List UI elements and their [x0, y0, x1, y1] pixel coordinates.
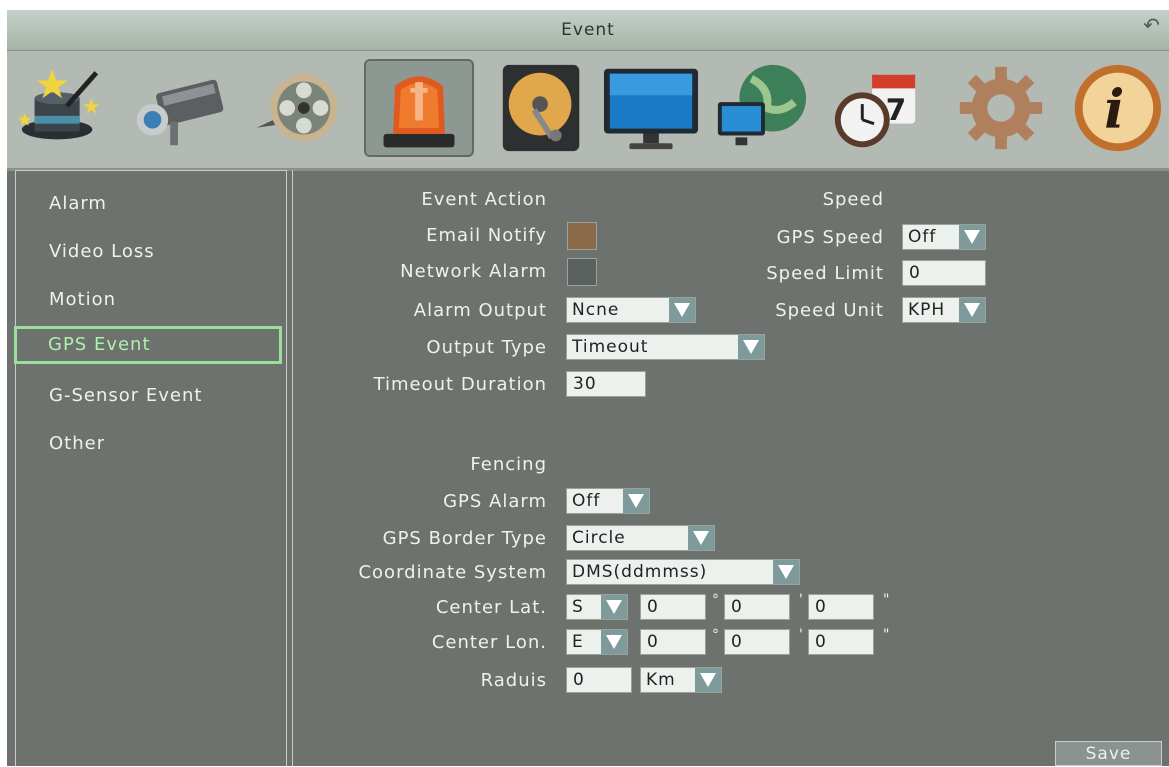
gps-speed-label: GPS Speed: [776, 227, 884, 248]
output-type-value: Timeout: [572, 337, 649, 357]
gps-border-type-label: GPS Border Type: [382, 528, 547, 549]
timeout-duration-label: Timeout Duration: [373, 374, 547, 395]
center-lat-minutes-input[interactable]: 0: [724, 594, 790, 620]
window-title: Event: [561, 20, 615, 40]
chevron-down-icon: [773, 560, 799, 584]
magic-wand-hat-icon[interactable]: [13, 59, 111, 157]
second-symbol: ": [883, 627, 890, 643]
title-bar: Event ↶: [7, 10, 1169, 51]
center-lon-hemisphere-value: E: [572, 632, 584, 652]
gps-alarm-dropdown[interactable]: Off: [566, 488, 650, 514]
info-icon[interactable]: i: [1065, 59, 1163, 157]
second-symbol: ": [883, 592, 890, 608]
sidebar-item-alarm[interactable]: Alarm: [16, 185, 284, 223]
sidebar-item-other[interactable]: Other: [16, 425, 284, 463]
sidebar-item-video-loss[interactable]: Video Loss: [16, 233, 284, 271]
speed-unit-label: Speed Unit: [775, 300, 884, 321]
chevron-down-icon: [623, 489, 649, 513]
chevron-down-icon: [959, 298, 985, 322]
event-action-heading: Event Action: [421, 189, 547, 210]
camera-icon[interactable]: [129, 59, 227, 157]
gps-border-type-value: Circle: [572, 528, 626, 548]
gps-speed-dropdown[interactable]: Off: [902, 224, 986, 250]
monitor-icon[interactable]: [599, 59, 703, 157]
center-lat-seconds-input[interactable]: 0: [808, 594, 874, 620]
alarm-output-dropdown[interactable]: Ncne: [566, 297, 696, 323]
gps-border-type-dropdown[interactable]: Circle: [566, 525, 715, 551]
alarm-output-value: Ncne: [572, 300, 620, 320]
gps-alarm-value: Off: [572, 491, 601, 511]
network-globe-icon[interactable]: [712, 59, 810, 157]
chevron-down-icon: [601, 630, 627, 654]
panel-divider: [292, 170, 293, 766]
coordinate-system-value: DMS(ddmmss): [572, 562, 708, 582]
speed-limit-label: Speed Limit: [766, 263, 884, 284]
chevron-down-icon: [959, 225, 985, 249]
coordinate-system-label: Coordinate System: [358, 562, 547, 583]
output-type-dropdown[interactable]: Timeout: [566, 334, 765, 360]
network-alarm-label: Network Alarm: [400, 261, 547, 282]
chevron-down-icon: [738, 335, 764, 359]
radius-input[interactable]: 0: [566, 667, 632, 693]
speed-unit-dropdown[interactable]: KPH: [902, 297, 986, 323]
film-reel-icon[interactable]: [247, 59, 345, 157]
center-lat-hemisphere-dropdown[interactable]: S: [566, 594, 628, 620]
sidebar-item-gps-event[interactable]: GPS Event: [14, 326, 282, 364]
chevron-down-icon: [688, 526, 714, 550]
save-button[interactable]: Save: [1055, 741, 1162, 766]
center-lon-hemisphere-dropdown[interactable]: E: [566, 629, 628, 655]
chevron-down-icon: [695, 668, 721, 692]
fencing-heading: Fencing: [470, 454, 547, 475]
timeout-duration-input[interactable]: 30: [566, 371, 646, 397]
hard-drive-icon[interactable]: [495, 59, 593, 157]
sidebar-item-motion[interactable]: Motion: [16, 281, 284, 319]
gear-icon[interactable]: [952, 59, 1050, 157]
back-arrow-icon[interactable]: ↶: [1141, 12, 1163, 38]
radius-unit-dropdown[interactable]: Km: [640, 667, 722, 693]
chevron-down-icon: [669, 298, 695, 322]
email-notify-label: Email Notify: [426, 225, 547, 246]
schedule-clock-calendar-icon[interactable]: 7: [827, 59, 925, 157]
radius-label: Raduis: [480, 670, 547, 691]
speed-heading: Speed: [822, 189, 884, 210]
gps-speed-value: Off: [908, 227, 937, 247]
alarm-output-label: Alarm Output: [413, 300, 547, 321]
center-lon-minutes-input[interactable]: 0: [724, 629, 790, 655]
degree-symbol: °: [712, 592, 719, 608]
network-alarm-checkbox[interactable]: [567, 258, 597, 286]
event-sidebar: Alarm Video Loss Motion GPS Event G-Sens…: [14, 170, 287, 766]
minute-symbol: ': [799, 627, 803, 643]
coordinate-system-dropdown[interactable]: DMS(ddmmss): [566, 559, 800, 585]
radius-unit-value: Km: [646, 670, 676, 690]
main-toolbar: 7 i: [7, 51, 1169, 171]
email-notify-checkbox[interactable]: [567, 222, 597, 250]
chevron-down-icon: [601, 595, 627, 619]
gps-alarm-label: GPS Alarm: [443, 491, 547, 512]
center-lon-degrees-input[interactable]: 0: [640, 629, 706, 655]
event-window: Event ↶ 7 i Alarm Video Loss Motion GPS …: [7, 10, 1169, 766]
minute-symbol: ': [799, 592, 803, 608]
center-lat-label: Center Lat.: [435, 597, 547, 618]
svg-text:i: i: [1104, 79, 1124, 141]
center-lat-hemisphere-value: S: [572, 597, 584, 617]
sidebar-item-g-sensor-event[interactable]: G-Sensor Event: [16, 377, 284, 415]
output-type-label: Output Type: [426, 337, 547, 358]
speed-unit-value: KPH: [908, 300, 946, 320]
center-lat-degrees-input[interactable]: 0: [640, 594, 706, 620]
speed-limit-input[interactable]: 0: [902, 260, 986, 286]
alarm-light-icon[interactable]: [364, 59, 474, 157]
center-lon-label: Center Lon.: [431, 632, 547, 653]
center-lon-seconds-input[interactable]: 0: [808, 629, 874, 655]
degree-symbol: °: [712, 627, 719, 643]
